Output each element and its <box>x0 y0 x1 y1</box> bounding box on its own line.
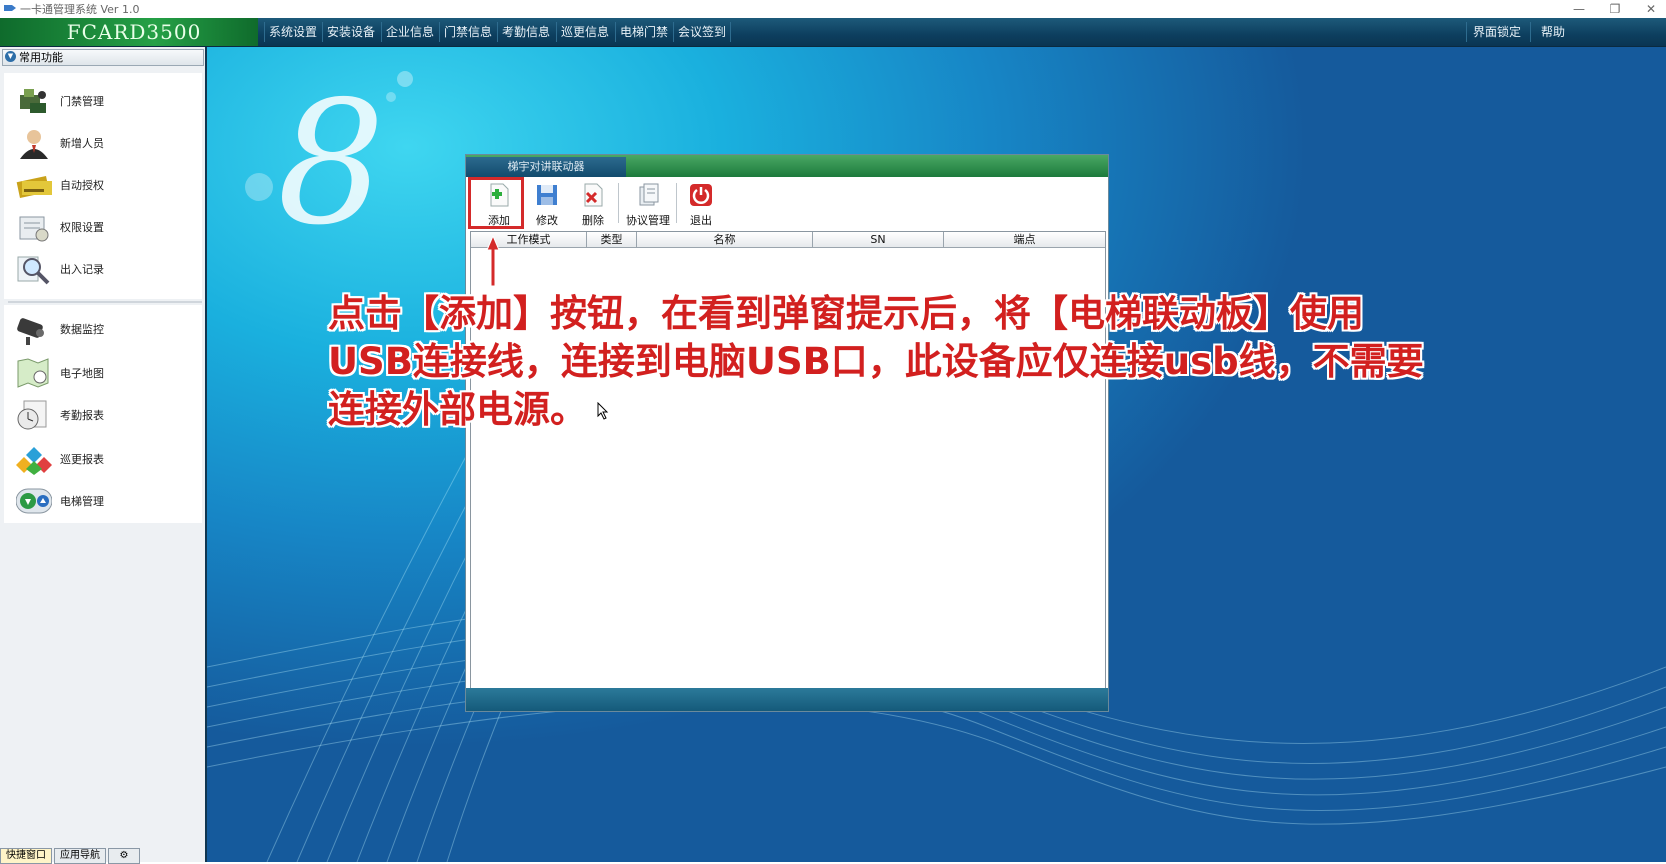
close-button[interactable]: ✕ <box>1636 0 1666 18</box>
annotation-line: 连接外部电源。 <box>328 388 587 431</box>
dialog-footer <box>466 688 1108 711</box>
sidebar-item-e-map[interactable]: 电子地图 <box>16 355 196 391</box>
menu-access-info[interactable]: 门禁信息 <box>439 22 496 42</box>
sidebar-item-elevator[interactable]: 电梯管理 <box>16 483 196 519</box>
menu-help[interactable]: 帮助 <box>1530 22 1575 42</box>
protocol-icon <box>639 183 659 206</box>
menu-system-settings[interactable]: 系统设置 <box>264 22 321 42</box>
delete-icon <box>584 183 603 207</box>
patrol-icon <box>16 447 52 475</box>
power-icon <box>690 184 712 206</box>
annotation-line: 点击【添加】按钮，在看到弹窗提示后，将【电梯联动板】使用 <box>328 292 1364 335</box>
sidebar-group-common: 门禁管理 新增人员 自动授权 权限设置 出入记录 <box>4 73 202 299</box>
sidebar-header[interactable]: ▼ 常用功能 <box>2 49 204 66</box>
arrow-up-icon <box>487 236 499 286</box>
elevator-icon <box>16 488 52 514</box>
column-type[interactable]: 类型 <box>587 232 637 247</box>
edit-button[interactable]: 修改 <box>524 179 570 227</box>
minimize-button[interactable]: — <box>1564 0 1594 18</box>
gear-icon: ⚙ <box>119 850 129 861</box>
clock-report-icon <box>17 400 47 430</box>
card-icon <box>16 176 52 198</box>
protocol-button[interactable]: 协议管理 <box>622 179 674 227</box>
sidebar-item-door-access[interactable]: 门禁管理 <box>16 83 196 119</box>
toolbar-separator <box>618 183 619 223</box>
annotation-line: USB连接线，连接到电脑USB口，此设备应仅连接usb线，不需要 <box>328 340 1424 383</box>
dialog-header: 梯宇对讲联动器 <box>466 155 1108 177</box>
menu-lock-screen[interactable]: 界面锁定 <box>1466 22 1527 42</box>
exit-button[interactable]: 退出 <box>678 179 724 227</box>
toolbar-separator <box>676 183 677 223</box>
add-button-highlight <box>468 177 524 229</box>
table-header: 工作模式 类型 名称 SN 端点 <box>471 232 1105 248</box>
permission-icon <box>19 216 49 242</box>
sidebar-item-auto-authorize[interactable]: 自动授权 <box>16 167 196 203</box>
menu-elevator-access[interactable]: 电梯门禁 <box>615 22 672 42</box>
window-titlebar: 一卡通管理系统 Ver 1.0 — ❐ ✕ <box>0 0 1666 18</box>
camera-icon <box>17 318 44 345</box>
sidebar-item-permission[interactable]: 权限设置 <box>16 209 196 245</box>
delete-button[interactable]: 删除 <box>570 179 616 227</box>
save-icon <box>537 185 557 205</box>
menu-install-device[interactable]: 安装设备 <box>322 22 379 42</box>
sidebar-divider <box>8 301 202 303</box>
app-icon <box>4 5 16 11</box>
sidebar-item-data-monitor[interactable]: 数据监控 <box>16 311 196 347</box>
restore-button[interactable]: ❐ <box>1600 0 1630 18</box>
menu-patrol-info[interactable]: 巡更信息 <box>556 22 613 42</box>
collapse-icon[interactable]: ▼ <box>5 51 16 62</box>
door-access-icon <box>20 89 46 113</box>
dialog-toolbar: 添加 修改 删除 协议管理 退出 <box>468 179 1106 227</box>
menu-attendance-info[interactable]: 考勤信息 <box>497 22 554 42</box>
sidebar-item-access-records[interactable]: 出入记录 <box>16 251 196 287</box>
column-sn[interactable]: SN <box>813 232 944 247</box>
sidebar: ▼ 常用功能 门禁管理 新增人员 自动授权 权限设置 出入记录 数据监控 电子地… <box>0 47 207 864</box>
menu-bar: FCARD3500 系统设置 安装设备 企业信息 门禁信息 考勤信息 巡更信息 … <box>0 18 1666 48</box>
dialog-tab[interactable]: 梯宇对讲联动器 <box>466 157 626 177</box>
column-endpoint[interactable]: 端点 <box>944 232 1105 247</box>
sidebar-item-add-person[interactable]: 新增人员 <box>16 125 196 161</box>
menu-meeting-signin[interactable]: 会议签到 <box>673 22 731 42</box>
sidebar-item-patrol-report[interactable]: 巡更报表 <box>16 441 196 477</box>
sidebar-item-attendance-report[interactable]: 考勤报表 <box>16 397 196 433</box>
mouse-cursor-icon <box>597 402 609 420</box>
column-name[interactable]: 名称 <box>637 232 813 247</box>
magnifier-icon <box>17 256 50 285</box>
window-title: 一卡通管理系统 Ver 1.0 <box>20 3 140 16</box>
instruction-annotation: 点击【添加】按钮，在看到弹窗提示后，将【电梯联动板】使用 USB连接线，连接到电… <box>328 290 1428 434</box>
brand-logo: FCARD3500 <box>0 18 258 46</box>
sidebar-group-reports: 数据监控 电子地图 考勤报表 巡更报表 电梯管理 <box>4 305 202 523</box>
decorative-figure: 8 <box>277 65 385 263</box>
menu-company-info[interactable]: 企业信息 <box>381 22 438 42</box>
person-icon <box>20 130 48 159</box>
map-icon <box>17 358 49 388</box>
